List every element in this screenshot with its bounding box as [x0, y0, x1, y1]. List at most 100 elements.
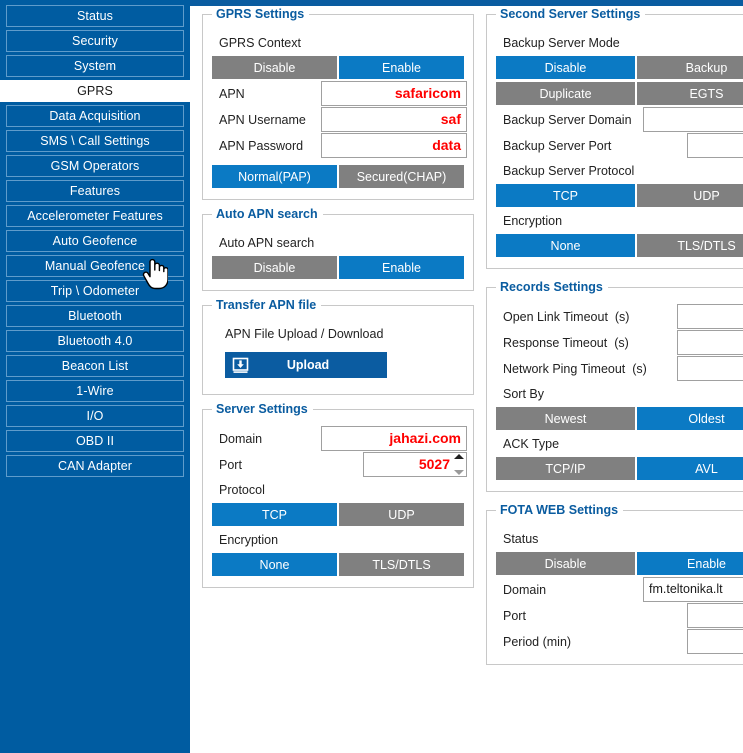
apn-password-row: APN Password data	[211, 133, 467, 159]
right-column: Second Server Settings Backup Server Mod…	[486, 6, 743, 679]
transfer-apn-file-group: Transfer APN file APN File Upload / Down…	[202, 298, 474, 395]
sidebar-item-label: GSM Operators	[50, 159, 140, 173]
sidebar-item-gsm-operators[interactable]: GSM Operators	[6, 155, 184, 177]
fota-status-disable-button[interactable]: Disable	[495, 551, 636, 576]
gprs-context-disable-button[interactable]: Disable	[211, 55, 338, 80]
gprs-context-enable-button[interactable]: Enable	[338, 55, 465, 80]
configurator-window: Status Security System GPRS Data Acquisi…	[0, 0, 743, 753]
records-settings-group: Records Settings Open Link Timeout (s) R…	[486, 280, 743, 492]
sidebar-item-label: Auto Geofence	[52, 234, 138, 248]
apn-username-input[interactable]: saf	[321, 107, 467, 132]
open-link-timeout-input[interactable]	[677, 304, 743, 329]
fota-port-input[interactable]: 50	[687, 603, 743, 628]
fota-status-enable-button[interactable]: Enable	[636, 551, 743, 576]
backup-encryption-none-button[interactable]: None	[495, 233, 636, 258]
server-domain-input[interactable]: jahazi.com	[321, 426, 467, 451]
sidebar-item-auto-geofence[interactable]: Auto Geofence	[6, 230, 184, 252]
sidebar-item-io[interactable]: I/O	[6, 405, 184, 427]
sidebar-item-label: GPRS	[77, 84, 113, 98]
sidebar-item-1-wire[interactable]: 1-Wire	[6, 380, 184, 402]
apn-password-input[interactable]: data	[321, 133, 467, 158]
auth-secured-chap-button[interactable]: Secured(CHAP)	[338, 164, 465, 189]
sidebar-item-label: CAN Adapter	[57, 459, 133, 473]
server-protocol-tcp-button[interactable]: TCP	[211, 502, 338, 527]
ack-type-toggle[interactable]: TCP/IP AVL	[495, 456, 743, 481]
server-encryption-none-button[interactable]: None	[211, 552, 338, 577]
sidebar-item-data-acquisition[interactable]: Data Acquisition	[6, 105, 184, 127]
backup-encryption-label: Encryption	[503, 214, 563, 228]
sidebar-item-obd-ii[interactable]: OBD II	[6, 430, 184, 452]
backup-mode-backup-button[interactable]: Backup	[636, 55, 743, 80]
backup-mode-disable-button[interactable]: Disable	[495, 55, 636, 80]
gprs-settings-legend: GPRS Settings	[212, 7, 310, 21]
backup-protocol-udp-button[interactable]: UDP	[636, 183, 743, 208]
backup-port-row: Backup Server Port	[495, 133, 743, 159]
sidebar-item-sms-call-settings[interactable]: SMS \ Call Settings	[6, 130, 184, 152]
fota-status-toggle[interactable]: Disable Enable	[495, 551, 743, 576]
server-encryption-label: Encryption	[219, 533, 279, 547]
sort-by-newest-button[interactable]: Newest	[495, 406, 636, 431]
apn-input[interactable]: safaricom	[321, 81, 467, 106]
server-protocol-toggle[interactable]: TCP UDP	[211, 502, 465, 527]
backup-server-mode-toggle-row1[interactable]: Disable Backup	[495, 55, 743, 80]
sidebar-item-features[interactable]: Features	[6, 180, 184, 202]
sidebar-item-label: Data Acquisition	[49, 109, 141, 123]
upload-button[interactable]: Upload	[225, 352, 387, 378]
sidebar-item-gprs[interactable]: GPRS	[0, 80, 190, 102]
settings-content: GPRS Settings GPRS Context Disable Enabl…	[190, 6, 743, 753]
ack-type-avl-button[interactable]: AVL	[636, 456, 743, 481]
network-ping-timeout-row: Network Ping Timeout (s)	[495, 356, 743, 382]
sidebar-item-security[interactable]: Security	[6, 30, 184, 52]
records-settings-legend: Records Settings	[496, 280, 608, 294]
sidebar-item-beacon-list[interactable]: Beacon List	[6, 355, 184, 377]
auto-apn-disable-button[interactable]: Disable	[211, 255, 338, 280]
sidebar-item-label: System	[73, 59, 117, 73]
backup-server-mode-label: Backup Server Mode	[503, 36, 620, 50]
backup-server-domain-input[interactable]	[643, 107, 743, 132]
sidebar-item-can-adapter[interactable]: CAN Adapter	[6, 455, 184, 477]
server-port-input[interactable]: 5027	[363, 452, 467, 477]
backup-domain-row: Backup Server Domain	[495, 107, 743, 133]
auto-apn-enable-button[interactable]: Enable	[338, 255, 465, 280]
response-timeout-unit: (s)	[614, 336, 629, 350]
apn-auth-toggle[interactable]: Normal(PAP) Secured(CHAP)	[211, 164, 465, 189]
fota-period-input[interactable]: 1	[687, 629, 743, 654]
auto-apn-search-toggle[interactable]: Disable Enable	[211, 255, 465, 280]
backup-encryption-tls-button[interactable]: TLS/DTLS	[636, 233, 743, 258]
gprs-context-label: GPRS Context	[219, 36, 301, 50]
server-port-spinner[interactable]	[453, 454, 464, 475]
backup-server-protocol-toggle[interactable]: TCP UDP	[495, 183, 743, 208]
sidebar-item-system[interactable]: System	[6, 55, 184, 77]
fota-domain-input[interactable]: fm.teltonika.lt	[643, 577, 743, 602]
backup-encryption-toggle[interactable]: None TLS/DTLS	[495, 233, 743, 258]
server-encryption-toggle[interactable]: None TLS/DTLS	[211, 552, 465, 577]
backup-server-port-input[interactable]	[687, 133, 743, 158]
sidebar-item-bluetooth-40[interactable]: Bluetooth 4.0	[6, 330, 184, 352]
sidebar-item-status[interactable]: Status	[6, 5, 184, 27]
network-ping-timeout-input[interactable]	[677, 356, 743, 381]
response-timeout-row: Response Timeout (s)	[495, 330, 743, 356]
sidebar-item-label: 1-Wire	[76, 384, 114, 398]
sort-by-toggle[interactable]: Newest Oldest	[495, 406, 743, 431]
apn-file-transfer-label: APN File Upload / Download	[225, 327, 384, 341]
backup-mode-duplicate-button[interactable]: Duplicate	[495, 81, 636, 106]
backup-mode-egts-button[interactable]: EGTS	[636, 81, 743, 106]
left-column: GPRS Settings GPRS Context Disable Enabl…	[202, 6, 474, 602]
auth-normal-pap-button[interactable]: Normal(PAP)	[211, 164, 338, 189]
sidebar-item-accelerometer-features[interactable]: Accelerometer Features	[6, 205, 184, 227]
sidebar-item-manual-geofence[interactable]: Manual Geofence	[6, 255, 184, 277]
server-encryption-tls-button[interactable]: TLS/DTLS	[338, 552, 465, 577]
server-protocol-udp-button[interactable]: UDP	[338, 502, 465, 527]
gprs-context-toggle[interactable]: Disable Enable	[211, 55, 465, 80]
sort-by-oldest-button[interactable]: Oldest	[636, 406, 743, 431]
response-timeout-input[interactable]	[677, 330, 743, 355]
backup-server-mode-toggle-row2[interactable]: Duplicate EGTS	[495, 81, 743, 106]
fota-web-settings-legend: FOTA WEB Settings	[496, 503, 624, 517]
auto-apn-search-legend: Auto APN search	[212, 207, 323, 221]
sidebar-item-bluetooth[interactable]: Bluetooth	[6, 305, 184, 327]
ack-type-tcpip-button[interactable]: TCP/IP	[495, 456, 636, 481]
fota-port-row: Port 50	[495, 603, 743, 629]
server-port-row: Port 5027	[211, 452, 467, 478]
sidebar-item-trip-odometer[interactable]: Trip \ Odometer	[6, 280, 184, 302]
backup-protocol-tcp-button[interactable]: TCP	[495, 183, 636, 208]
